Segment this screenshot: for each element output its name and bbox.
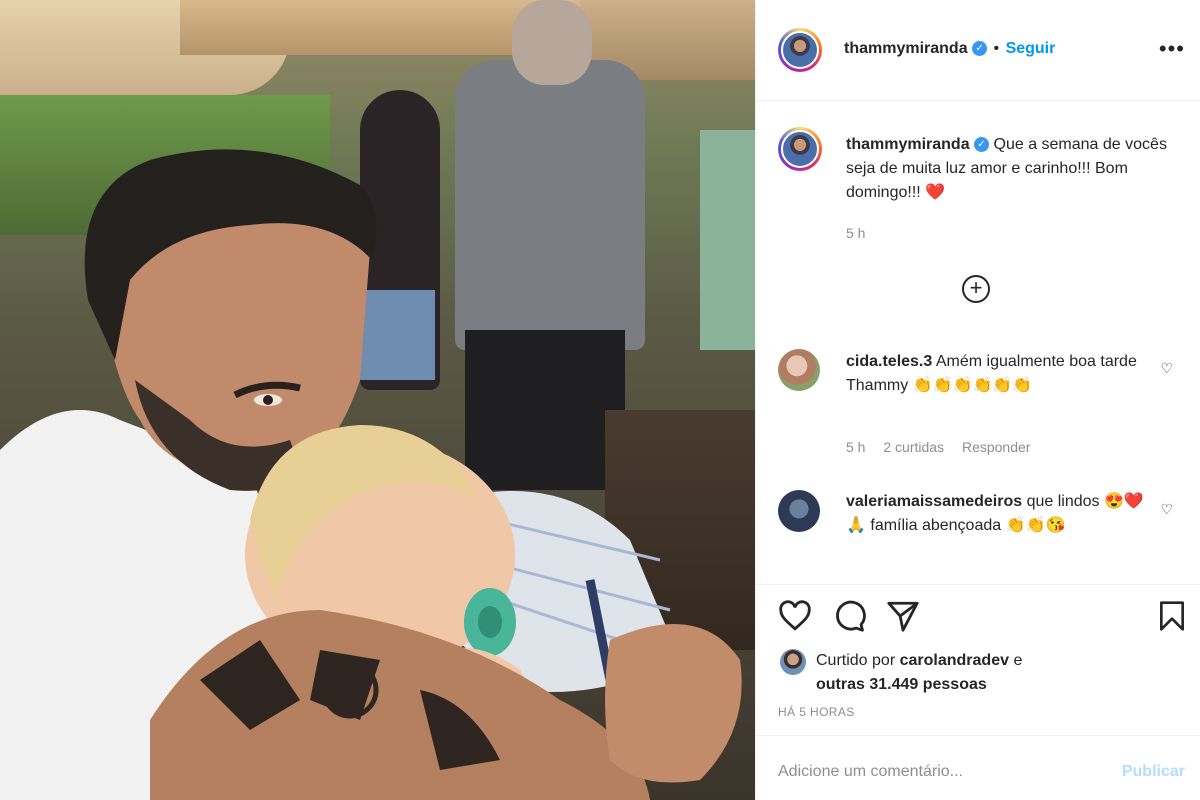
comment-avatar[interactable] bbox=[778, 349, 820, 391]
verified-icon: ✓ bbox=[974, 137, 990, 153]
likes-user[interactable]: carolandradev bbox=[900, 652, 1009, 669]
comment-input[interactable]: Adicione um comentário... bbox=[778, 763, 963, 781]
clap-emoji: 👏👏👏👏👏👏 bbox=[912, 377, 1033, 394]
comment-likes[interactable]: 2 curtidas bbox=[883, 439, 944, 455]
author-avatar[interactable] bbox=[778, 28, 822, 72]
likes-summary: Curtido por carolandradev e outras 31.44… bbox=[816, 649, 1022, 697]
separator-dot: • bbox=[993, 40, 1000, 57]
share-icon[interactable] bbox=[886, 599, 920, 633]
comments-section: thammymiranda ✓ Que a semana de vocês se… bbox=[756, 101, 1200, 583]
caption-time: 5 h bbox=[846, 225, 866, 241]
post-photo[interactable] bbox=[0, 0, 755, 800]
post-header: thammymiranda ✓ • Seguir ••• bbox=[756, 0, 1200, 101]
emoji-group-2: 👏👏😘 bbox=[1005, 517, 1066, 534]
comment-body: que lindos bbox=[1026, 493, 1100, 510]
comment-avatar[interactable] bbox=[778, 490, 820, 532]
comment-username[interactable]: valeriamaissamedeiros bbox=[846, 493, 1022, 510]
more-icon[interactable]: ••• bbox=[1159, 38, 1185, 60]
comment-text: cida.teles.3 Amém igualmente boa tarde T… bbox=[846, 350, 1146, 398]
caption-username[interactable]: thammymiranda bbox=[846, 136, 970, 153]
comment-text: valeriamaissamedeiros que lindos 😍❤️ 🙏 f… bbox=[846, 490, 1146, 538]
man-and-baby-illustration bbox=[0, 149, 742, 800]
heart-emoji: ❤️ bbox=[925, 184, 946, 201]
comment-username[interactable]: cida.teles.3 bbox=[846, 353, 932, 370]
bookmark-icon[interactable] bbox=[1156, 599, 1188, 633]
caption: thammymiranda ✓ Que a semana de vocês se… bbox=[846, 133, 1176, 205]
comment-like-heart-icon[interactable]: ♡ bbox=[1160, 360, 1173, 377]
verified-icon: ✓ bbox=[972, 41, 988, 57]
publish-button[interactable]: Publicar bbox=[1122, 763, 1185, 781]
post-actions: Curtido por carolandradev e outras 31.44… bbox=[756, 584, 1200, 734]
comment-like-heart-icon[interactable]: ♡ bbox=[1160, 501, 1173, 518]
reply-button[interactable]: Responder bbox=[962, 439, 1031, 455]
liker-avatar[interactable] bbox=[780, 649, 806, 675]
comment-time: 5 h bbox=[846, 439, 866, 455]
comment-icon[interactable] bbox=[832, 599, 866, 633]
likes-others[interactable]: outras 31.449 pessoas bbox=[816, 676, 987, 693]
author-line: thammymiranda ✓ • Seguir bbox=[844, 40, 1055, 58]
likes-prefix: Curtido por bbox=[816, 652, 896, 669]
post-sidebar: thammymiranda ✓ • Seguir ••• thammymiran… bbox=[755, 0, 1200, 800]
author-username[interactable]: thammymiranda bbox=[844, 40, 968, 57]
caption-avatar[interactable] bbox=[778, 127, 822, 171]
comment-body-2: família abençoada bbox=[870, 517, 1002, 534]
likes-conj: e bbox=[1013, 652, 1023, 669]
follow-button[interactable]: Seguir bbox=[1006, 40, 1056, 57]
plus-circle-icon[interactable]: + bbox=[962, 275, 990, 303]
heart-icon[interactable] bbox=[778, 599, 812, 633]
post-timestamp[interactable]: HÁ 5 HORAS bbox=[778, 705, 855, 719]
add-comment-bar: Adicione um comentário... Publicar bbox=[756, 735, 1200, 800]
comment-meta: 5 h 2 curtidas Responder bbox=[846, 439, 1044, 455]
